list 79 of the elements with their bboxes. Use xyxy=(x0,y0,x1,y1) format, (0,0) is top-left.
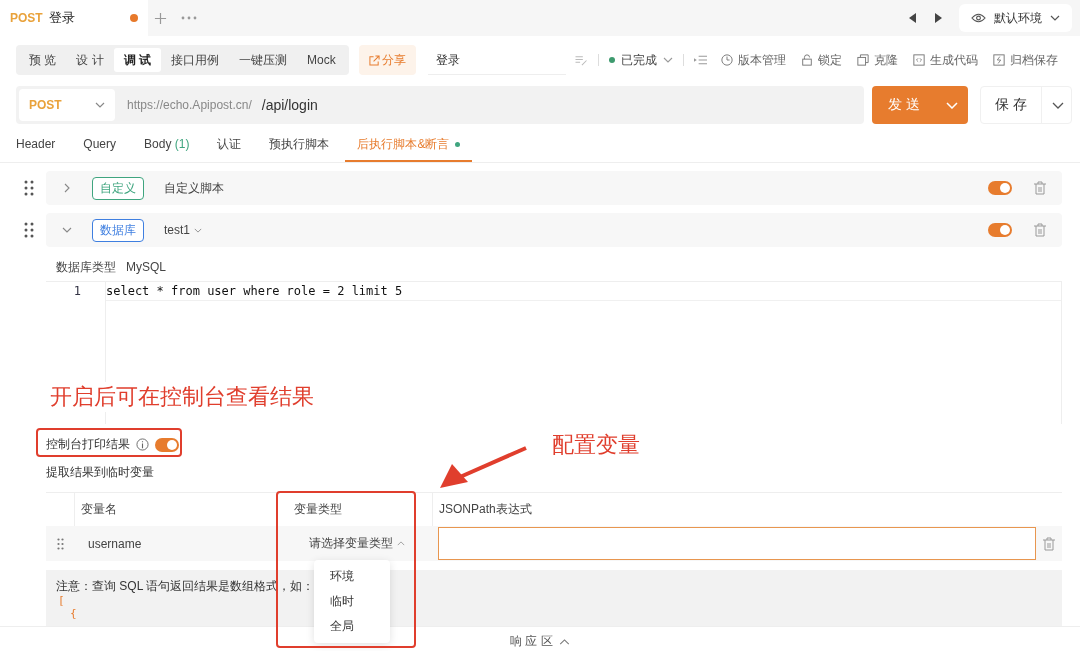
line-number: 1 xyxy=(73,283,81,300)
clock-icon xyxy=(720,54,733,66)
table-cell-text: username xyxy=(87,535,143,553)
delete-icon[interactable] xyxy=(1034,181,1046,195)
option-label: 控制台打印结果 xyxy=(46,436,130,453)
back-icon[interactable] xyxy=(909,13,917,23)
toolbar-action[interactable]: 克隆 xyxy=(856,51,898,69)
menu-item[interactable]: 临时 xyxy=(314,589,390,614)
code-icon xyxy=(912,54,925,66)
jsonpath-input[interactable] xyxy=(438,527,1036,560)
drag-handle-icon[interactable] xyxy=(24,180,34,196)
environment-select[interactable]: 默认环境 xyxy=(959,4,1072,32)
caret-icon xyxy=(662,57,673,63)
script-tag: 自定义 xyxy=(92,176,144,200)
outline-icon[interactable] xyxy=(693,55,707,65)
script-row[interactable]: 数据库 test1 xyxy=(46,213,1062,247)
url-base: https://echo.Apipost.cn/ xyxy=(127,98,252,112)
connection-select[interactable]: test1 xyxy=(164,223,202,237)
caret-icon xyxy=(397,541,405,546)
url-path: /api/login xyxy=(261,97,318,113)
bolt-icon xyxy=(992,54,1005,66)
status-select[interactable]: 已完成 xyxy=(608,51,673,69)
field-label: 数据库类型 xyxy=(56,258,116,276)
toggle-switch[interactable] xyxy=(988,223,1012,237)
file-tab[interactable]: POST 登录 xyxy=(0,0,148,36)
copy-icon xyxy=(856,54,869,66)
info-icon[interactable] xyxy=(136,438,149,451)
edit-icon[interactable] xyxy=(573,54,588,66)
save-button[interactable]: 保 存 xyxy=(980,86,1072,124)
annotation-text: 配置变量 xyxy=(552,431,640,459)
drag-handle-icon[interactable] xyxy=(56,537,64,550)
chevron-icon[interactable] xyxy=(62,225,72,235)
request-tab[interactable]: 认证 xyxy=(217,128,242,162)
share-icon xyxy=(368,54,380,66)
code-line: { xyxy=(69,607,77,620)
more-icon[interactable] xyxy=(181,16,197,20)
code-line: [ xyxy=(57,594,65,607)
menu-item[interactable]: 环境 xyxy=(314,564,390,589)
request-tab[interactable]: Header xyxy=(16,128,56,162)
toolbar-action[interactable]: 锁定 xyxy=(800,51,842,69)
caret-icon xyxy=(194,227,202,233)
caret-icon xyxy=(1050,15,1060,21)
toolbar-action[interactable]: 生成代码 xyxy=(912,51,978,69)
caret-icon xyxy=(1051,101,1064,109)
toolbar-action[interactable]: 归档保存 xyxy=(992,51,1058,69)
variable-type-select[interactable]: 请选择变量类型 xyxy=(309,535,405,552)
script-tag: 数据库 xyxy=(92,218,144,242)
url-field[interactable]: POST https://echo.Apipost.cn/ /api/login xyxy=(16,86,864,124)
mode-tab[interactable]: Mock xyxy=(297,48,346,72)
mode-tab[interactable]: 一键压测 xyxy=(229,48,298,72)
delete-icon[interactable] xyxy=(1043,536,1055,551)
code-line: select * from user where role = 2 limit 5 xyxy=(106,282,1061,301)
toggle-switch[interactable] xyxy=(988,181,1012,195)
mode-tab[interactable]: 调 试 xyxy=(113,48,162,72)
mode-tab[interactable]: 设 计 xyxy=(66,48,114,72)
request-tab[interactable]: 预执行脚本 xyxy=(269,128,330,162)
script-row[interactable]: 自定义 自定义脚本 xyxy=(46,171,1062,205)
request-tab[interactable]: Query xyxy=(83,128,117,162)
mode-tab[interactable]: 预 览 xyxy=(19,48,67,72)
request-tab[interactable]: Body (1) xyxy=(144,128,190,162)
section-title: 提取结果到临时变量 xyxy=(45,464,155,480)
drag-handle-icon[interactable] xyxy=(24,222,34,238)
script-name: 自定义脚本 xyxy=(164,179,224,197)
menu-item[interactable]: 全局 xyxy=(314,614,390,639)
toggle-switch[interactable] xyxy=(155,437,179,452)
name-field[interactable]: 登录 xyxy=(427,45,566,75)
field-value: MySQL xyxy=(126,260,166,274)
mode-tab[interactable]: 接口用例 xyxy=(161,48,230,72)
annotation-text: 开启后可在控制台查看结果 xyxy=(50,382,314,412)
caret-icon xyxy=(946,101,958,109)
forward-icon[interactable] xyxy=(934,13,942,23)
eye-icon xyxy=(971,13,986,23)
add-icon[interactable] xyxy=(154,11,167,25)
caret-icon xyxy=(95,102,105,108)
caret-icon xyxy=(558,638,570,645)
delete-icon[interactable] xyxy=(1034,223,1046,237)
lock-icon xyxy=(800,54,813,66)
chevron-icon[interactable] xyxy=(62,183,72,193)
toolbar-action[interactable]: 版本管理 xyxy=(720,51,786,69)
